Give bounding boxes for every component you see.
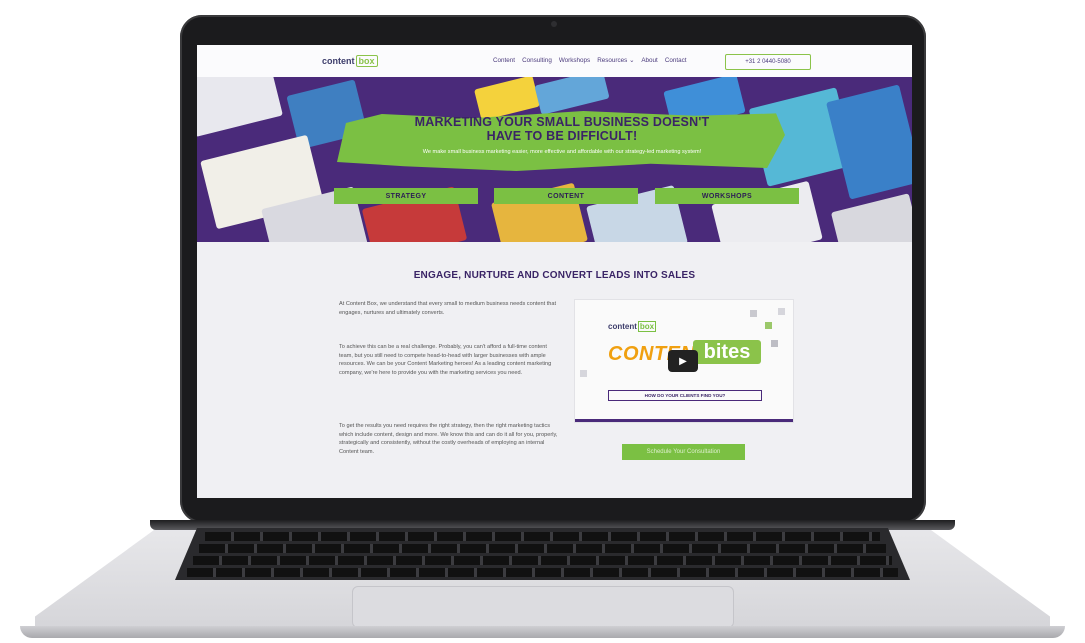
webcam (551, 21, 557, 27)
decor-square (765, 322, 772, 329)
key-row (199, 544, 886, 553)
key-row (193, 556, 892, 565)
strategy-button[interactable]: STRATEGY (334, 188, 478, 204)
laptop-trackpad (352, 586, 734, 628)
phone-button[interactable]: +31 2 0440-5080 (725, 54, 811, 70)
hero-title-line-1: MARKETING YOUR SMALL BUSINESS DOESN'T (414, 115, 710, 129)
hero-collage-tile (534, 77, 610, 116)
hero-collage-tile (826, 84, 912, 200)
key-row (187, 568, 898, 577)
logo-text-content: content (322, 56, 355, 66)
hero-title-line-2: HAVE TO BE DIFFICULT! (486, 129, 638, 143)
video-bottom-bar (575, 419, 793, 422)
key-row (205, 532, 880, 541)
laptop-keyboard (175, 528, 910, 580)
workshops-button[interactable]: WORKSHOPS (655, 188, 799, 204)
laptop-screen: content box Content Consulting Workshops… (197, 45, 912, 498)
nav-item-consulting[interactable]: Consulting (522, 57, 552, 64)
decor-square (778, 308, 785, 315)
video-caption: HOW DO YOUR CLIENTS FIND YOU? (608, 390, 762, 401)
hero-collage-tile (197, 77, 283, 137)
video-player[interactable]: content box CONTENT bites ▶ HOW DO YOUR C… (574, 299, 794, 423)
video-logo: content box (608, 321, 657, 332)
nav-item-workshops[interactable]: Workshops (559, 57, 590, 64)
decor-square (750, 310, 757, 317)
video-logo-box: box (637, 321, 657, 332)
main-nav: Content Consulting Workshops Resources ⌄… (493, 57, 687, 64)
section-heading: ENGAGE, NURTURE AND CONVERT LEADS INTO S… (413, 270, 696, 281)
hero-subtitle: We make small business marketing easier,… (422, 149, 702, 155)
laptop-mockup: content box Content Consulting Workshops… (0, 0, 1085, 643)
intro-paragraph-3: To get the results you need requires the… (339, 423, 558, 455)
intro-paragraph-1: At Content Box, we understand that every… (339, 301, 557, 316)
play-icon[interactable]: ▶ (668, 350, 698, 372)
schedule-consultation-button[interactable]: Schedule Your Consultation (622, 444, 745, 460)
nav-item-contact[interactable]: Contact (665, 57, 687, 64)
hero-banner: MARKETING YOUR SMALL BUSINESS DOESN'T HA… (197, 77, 912, 242)
nav-item-resources[interactable]: Resources ⌄ (597, 57, 634, 64)
intro-paragraph-2: To achieve this can be a real challenge.… (339, 344, 552, 376)
decor-square (580, 370, 587, 377)
hero-title: MARKETING YOUR SMALL BUSINESS DOESN'T HA… (367, 115, 757, 143)
site-header: content box Content Consulting Workshops… (197, 45, 912, 77)
hero-collage-tile (830, 193, 912, 242)
nav-item-about[interactable]: About (641, 57, 657, 64)
nav-item-content[interactable]: Content (493, 57, 515, 64)
laptop-front-edge (20, 626, 1065, 638)
content-button[interactable]: CONTENT (494, 188, 638, 204)
site-logo[interactable]: content box (322, 55, 378, 67)
video-logo-content: content (608, 322, 637, 331)
logo-text-box: box (355, 55, 378, 67)
decor-square (771, 340, 778, 347)
video-title-bites: bites (693, 340, 761, 364)
